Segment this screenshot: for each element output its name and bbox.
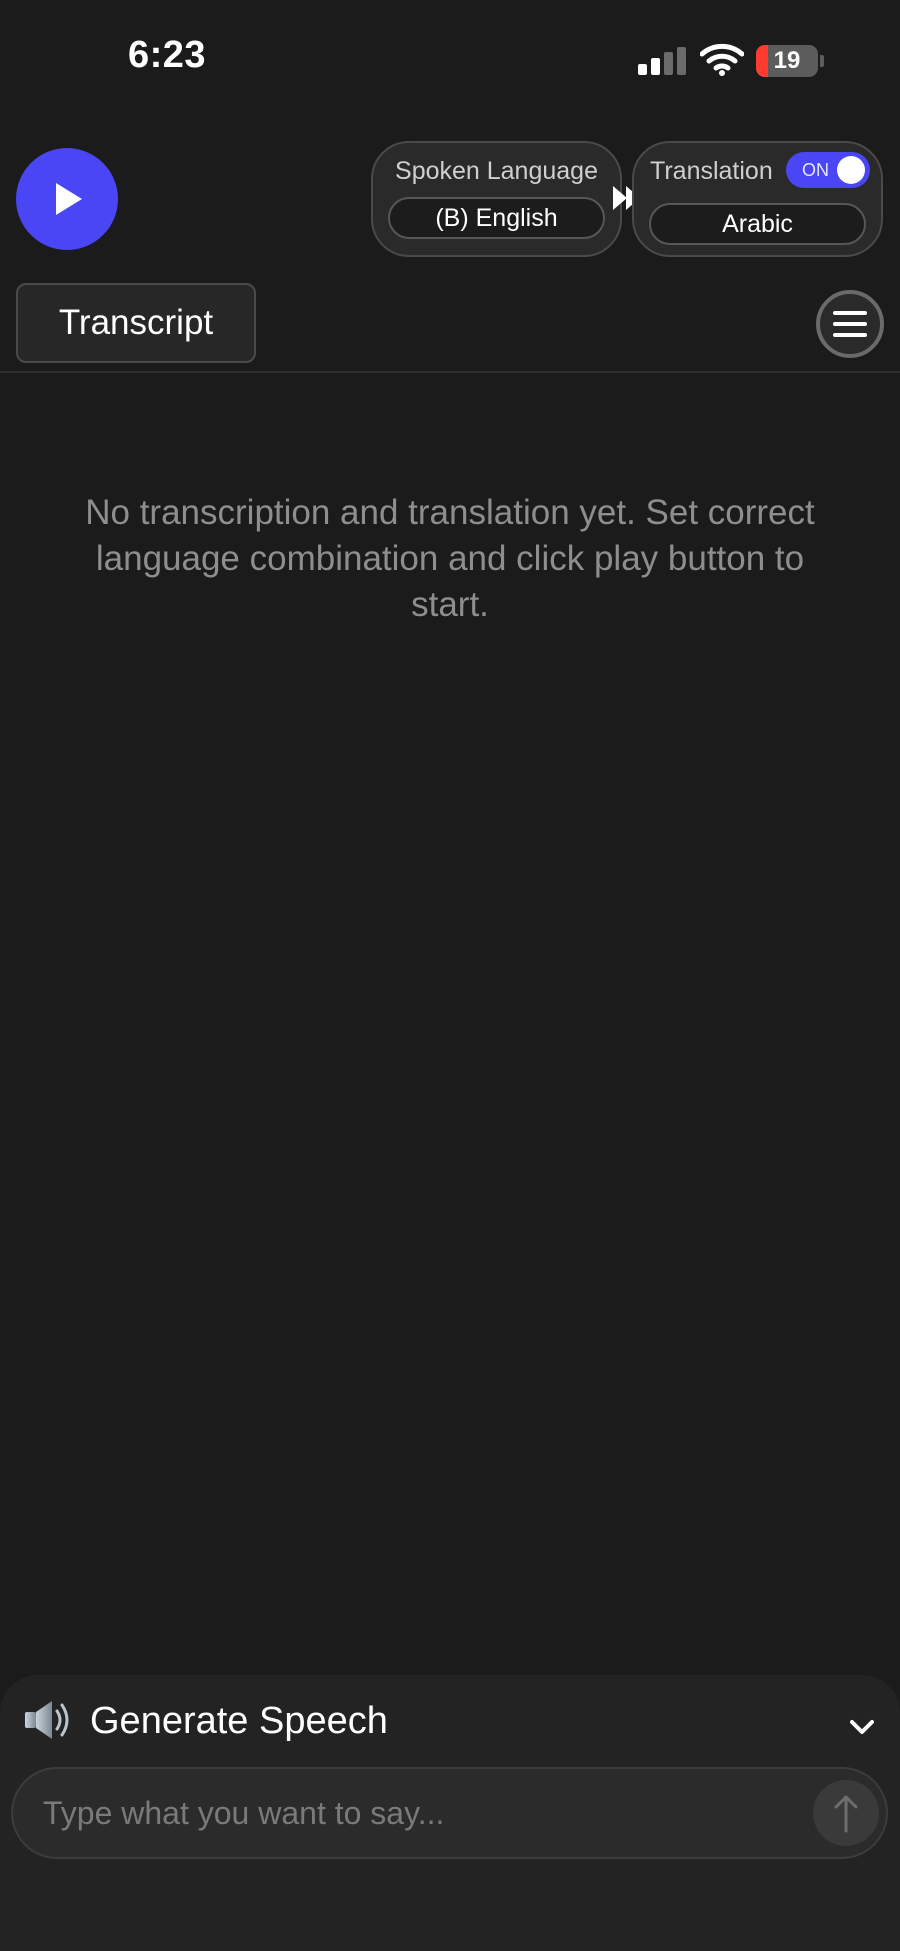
translation-label: Translation (650, 157, 773, 185)
divider (0, 371, 900, 373)
speech-text-input[interactable] (43, 1769, 783, 1857)
tab-transcript[interactable]: Transcript (16, 283, 256, 363)
send-button[interactable] (813, 1780, 879, 1846)
menu-line (833, 322, 867, 326)
wifi-icon (700, 43, 744, 76)
spoken-language-label: Spoken Language (395, 157, 598, 185)
chevron-down-icon[interactable] (848, 1716, 876, 1738)
translation-toggle[interactable]: ON (786, 152, 870, 188)
battery-nub (820, 55, 824, 67)
battery-icon: 19 (756, 45, 818, 77)
generate-speech-title: Generate Speech (90, 1700, 388, 1742)
menu-line (833, 333, 867, 337)
translation-selector: Translation ON Arabic (632, 141, 883, 257)
battery-level: 19 (773, 47, 801, 74)
speaker-icon (25, 1701, 69, 1739)
translation-language-dropdown[interactable]: Arabic (649, 203, 866, 245)
hamburger-menu-icon[interactable] (816, 290, 884, 358)
menu-line (833, 311, 867, 315)
empty-state-message: No transcription and translation yet. Se… (85, 493, 815, 624)
speech-input-container (11, 1767, 888, 1859)
toggle-knob (837, 156, 865, 184)
spoken-language-dropdown[interactable]: (B) English (388, 197, 605, 239)
toggle-state-label: ON (802, 160, 829, 180)
arrow-up-icon (834, 1795, 858, 1833)
cellular-signal-icon (638, 47, 686, 75)
play-icon (56, 183, 82, 215)
spoken-language-selector: Spoken Language (B) English (371, 141, 622, 257)
play-button[interactable] (16, 148, 118, 250)
status-time: 6:23 (128, 34, 207, 76)
